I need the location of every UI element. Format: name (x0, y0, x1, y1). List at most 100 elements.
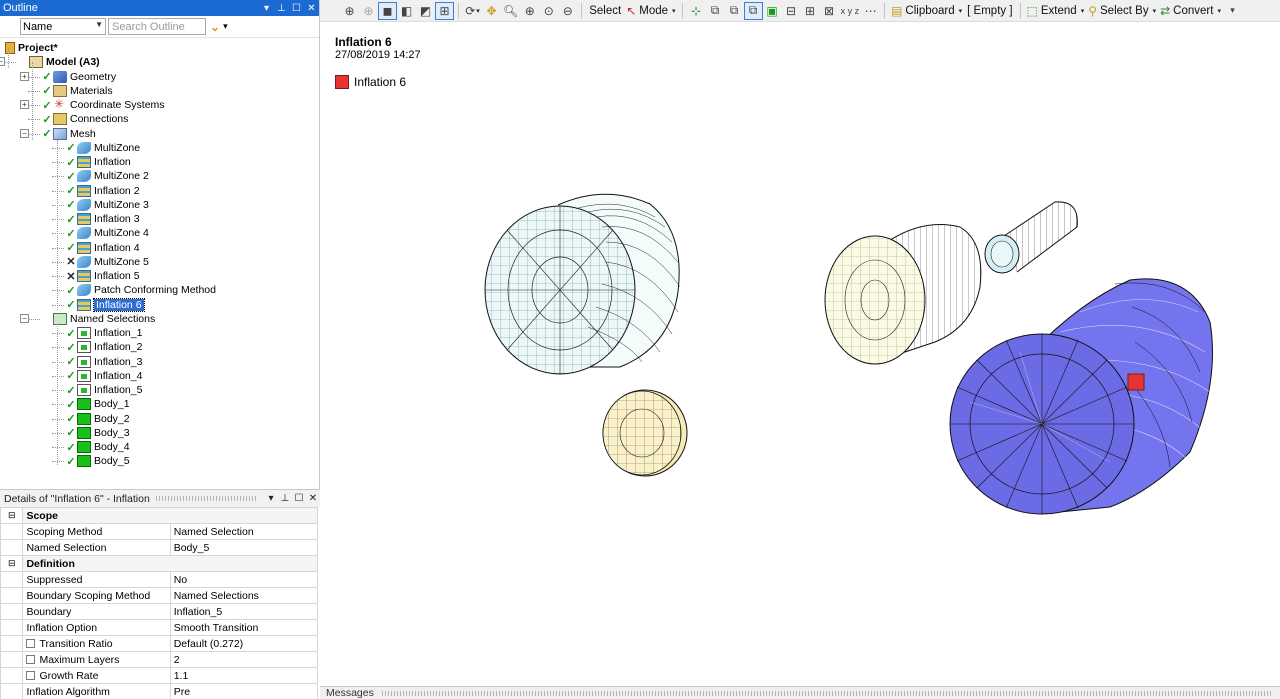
tree-item-connections[interactable]: ✓ Connections (42, 112, 128, 126)
tree-item-inflation-4[interactable]: ✓ Inflation_4 (66, 369, 142, 383)
details-property-row[interactable]: Inflation Algorithm Pre (0, 683, 319, 699)
pin-icon[interactable]: ⊥ (278, 493, 292, 504)
tree-item-inflation-2[interactable]: ✓ Inflation 2 (66, 184, 140, 198)
details-property-value[interactable]: Default (0.272) (169, 635, 319, 652)
tree-item-inflation-3[interactable]: ✓ Inflation_3 (66, 355, 142, 369)
show-mesh-icon[interactable]: ⊞ (435, 1, 454, 20)
tree-item-geometry[interactable]: + ✓ Geometry (20, 70, 116, 84)
filter-dropdown-icon[interactable]: ▾ (223, 21, 228, 32)
details-property-row[interactable]: Growth Rate 1.1 (0, 667, 319, 684)
name-filter-select[interactable]: Name ▼ (20, 18, 106, 35)
zoom-icon[interactable]: 🔍︎ (501, 2, 520, 20)
tree-item-patch-conforming-method[interactable]: ✓ Patch Conforming Method (66, 283, 216, 297)
select-element-icon[interactable]: ⊞ (801, 2, 820, 20)
tree-item-mesh[interactable]: − ✓ Mesh (20, 127, 96, 141)
details-property-row[interactable]: Suppressed No (0, 571, 319, 588)
search-outline-input[interactable]: Search Outline (108, 18, 206, 35)
filter-chevron-icon[interactable]: ⌄ (210, 20, 220, 34)
details-property-value[interactable]: Inflation_5 (169, 603, 319, 620)
details-property-value[interactable]: No (169, 571, 319, 588)
zoom-in-icon[interactable]: ⊕ (520, 2, 539, 20)
tree-item-body-1[interactable]: ✓ Body_1 (66, 397, 130, 411)
cylinder-body-2[interactable] (602, 389, 688, 477)
zoom-fit-icon[interactable]: ⊕ (340, 2, 359, 20)
tree-item-coordinate-systems[interactable]: +✓Coordinate Systems (20, 97, 165, 112)
parameter-checkbox[interactable] (26, 639, 36, 649)
select-path-icon[interactable]: ⋯ (861, 2, 880, 20)
select-body-icon[interactable]: ⧉ (743, 1, 763, 20)
clipboard-button[interactable]: ▤ Clipboard ▾ (889, 2, 964, 20)
wireframe-view-icon[interactable]: ◩ (416, 2, 435, 20)
details-property-row[interactable]: Inflation Option Smooth Transition (0, 619, 319, 636)
cylinder-body-1[interactable] (484, 193, 681, 375)
pan-icon[interactable]: ✥ (482, 2, 501, 20)
details-section-row[interactable]: ⊟ Definition (0, 555, 318, 572)
tree-item-body-3[interactable]: ✓ Body_3 (66, 426, 130, 440)
maximize-icon[interactable]: ☐ (292, 493, 306, 504)
toolbar-overflow-icon[interactable]: ▾ (1223, 2, 1242, 20)
tree-item-inflation-4[interactable]: ✓ Inflation 4 (66, 241, 140, 255)
solid-view-icon[interactable]: ◼ (378, 1, 397, 20)
tree-item-multizone-5[interactable]: ✕ MultiZone 5 (66, 255, 149, 269)
details-property-row[interactable]: Boundary Inflation_5 (0, 603, 319, 620)
details-property-row[interactable]: Boundary Scoping Method Named Selections (0, 587, 319, 604)
select-mode-button[interactable]: ↖ Mode ▾ (624, 2, 677, 20)
tree-item-inflation-5[interactable]: ✓ Inflation_5 (66, 383, 142, 397)
select-face-icon[interactable]: ⧉ (725, 2, 744, 20)
shaded-view-icon[interactable]: ◧ (397, 2, 416, 20)
details-property-value[interactable]: Body_5 (169, 539, 319, 556)
grip-handle[interactable] (381, 690, 1272, 696)
details-property-row[interactable]: Transition Ratio Default (0.272) (0, 635, 319, 652)
pin-icon[interactable]: ⊥ (274, 3, 289, 14)
select-node-icon[interactable]: ▣ (763, 2, 782, 20)
extend-button[interactable]: ⬚ Extend ▾ (1025, 2, 1087, 20)
details-property-value[interactable]: 1.1 (169, 667, 319, 684)
grip-handle[interactable] (155, 496, 256, 501)
details-property-value[interactable]: Pre (169, 683, 319, 699)
details-property-value[interactable]: Named Selection (169, 523, 319, 540)
graphics-viewport[interactable]: Inflation 6 27/08/2019 14:27 Inflation 6 (320, 22, 1280, 686)
details-property-row[interactable]: Scoping Method Named Selection (0, 523, 319, 540)
close-icon[interactable]: ✕ (304, 3, 319, 14)
close-icon[interactable]: ✕ (306, 493, 320, 504)
parameter-checkbox[interactable] (26, 671, 36, 681)
collapse-icon[interactable]: ⊟ (0, 507, 24, 524)
maximize-icon[interactable]: ☐ (289, 3, 304, 14)
select-by-button[interactable]: ⚲ Select By ▾ (1086, 2, 1158, 20)
tree-item-inflation-6[interactable]: ✓ Inflation 6 (66, 297, 145, 312)
tree-item-body-2[interactable]: ✓ Body_2 (66, 412, 130, 426)
zoom-out-icon[interactable]: ⊖ (558, 2, 577, 20)
cylinder-body-5-highlighted[interactable] (949, 278, 1213, 515)
messages-bar[interactable]: Messages (320, 686, 1280, 699)
tree-item-body-4[interactable]: ✓ Body_4 (66, 440, 130, 454)
tree-item-inflation-2[interactable]: ✓ Inflation_2 (66, 340, 142, 354)
tree-item-materials[interactable]: ✓ Materials (42, 84, 113, 98)
zoom-to-fit-icon[interactable]: ⊙ (539, 2, 558, 20)
select-coordinate-icon[interactable]: x y z (839, 2, 862, 20)
details-property-row[interactable]: Maximum Layers 2 (0, 651, 319, 668)
tree-item-inflation-5[interactable]: ✕ Inflation 5 (66, 269, 140, 283)
details-section-row[interactable]: ⊟ Scope (0, 507, 318, 524)
details-property-value[interactable]: 2 (169, 651, 319, 668)
select-button[interactable]: Select (586, 5, 624, 17)
tree-item-multizone-3[interactable]: ✓ MultiZone 3 (66, 198, 149, 212)
cylinder-body-4[interactable] (984, 201, 1078, 274)
select-edge-icon[interactable]: ⧉ (706, 2, 725, 20)
cylinder-body-3[interactable] (824, 224, 982, 365)
tree-item-multizone-4[interactable]: ✓ MultiZone 4 (66, 226, 149, 240)
convert-button[interactable]: ⇄ Convert ▾ (1158, 2, 1223, 20)
tree-item-model-a3[interactable]: − Model (A3) (0, 55, 100, 69)
select-vertex-icon[interactable]: ⊹ (687, 2, 706, 20)
mesh-scene[interactable] (320, 22, 1280, 686)
dropdown-icon[interactable]: ▾ (259, 3, 274, 14)
tree-item-multizone-2[interactable]: ✓ MultiZone 2 (66, 169, 149, 183)
zoom-box-icon[interactable]: ⊕ (359, 2, 378, 20)
select-mesh-icon[interactable]: ⊠ (820, 2, 839, 20)
tree-item-body-5[interactable]: ✓ Body_5 (66, 454, 130, 468)
rotate-icon[interactable]: ⟳ ▾ (463, 2, 482, 20)
tree-item-inflation-3[interactable]: ✓ Inflation 3 (66, 212, 140, 226)
details-property-value[interactable]: Smooth Transition (169, 619, 319, 636)
collapse-icon[interactable]: ⊟ (0, 555, 24, 572)
details-property-row[interactable]: Named Selection Body_5 (0, 539, 319, 556)
tree-item-named-selections[interactable]: − Named Selections (20, 312, 155, 326)
